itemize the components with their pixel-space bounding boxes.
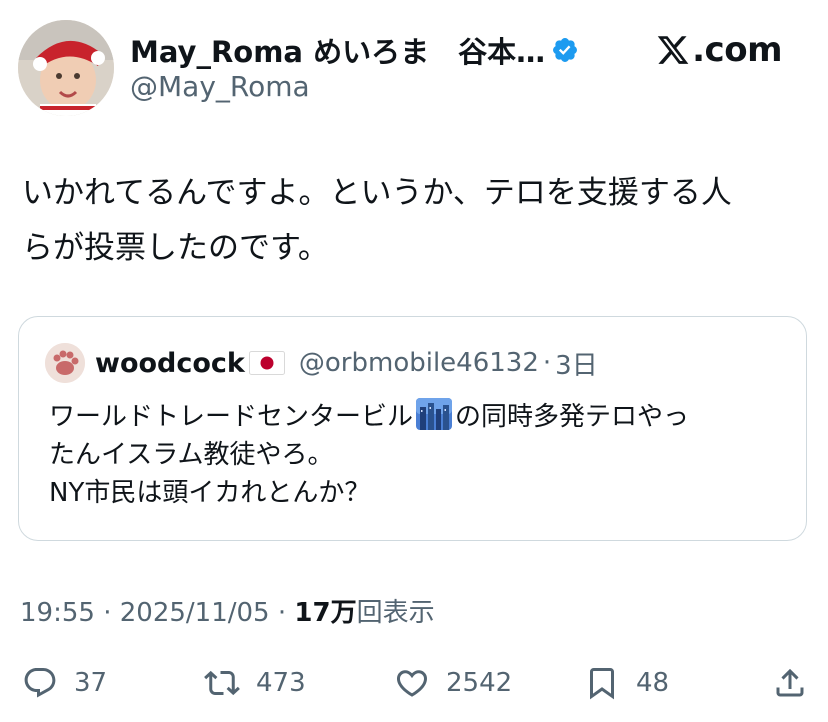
reply-icon <box>22 665 58 701</box>
bookmark-icon <box>584 665 620 701</box>
x-logo-icon <box>656 33 690 67</box>
meta-separator: · <box>277 598 287 628</box>
author-avatar[interactable] <box>18 20 114 116</box>
tweet-text-line: いかれてるんですよ。というか、テロを支援する人 <box>22 175 732 211</box>
quoted-timestamp[interactable]: 3日 <box>555 345 598 382</box>
reply-count: 37 <box>74 668 108 698</box>
quoted-text-segment: の同時多発テロやっ <box>455 402 690 432</box>
repost-icon <box>204 665 240 701</box>
x-brand: .com <box>656 30 782 70</box>
tweet-meta: 19:55 · 2025/11/05 · 17万回表示 <box>20 592 435 629</box>
tweet-text-line: らが投票したのです。 <box>22 230 329 266</box>
quoted-tweet-header: woodcock @orbmobile46132 · 3日 <box>45 343 598 383</box>
views-label: 回表示 <box>356 598 435 628</box>
quoted-author-name[interactable]: woodcock <box>95 348 245 379</box>
author-handle[interactable]: @May_Roma <box>130 70 310 103</box>
quoted-text-line: NY市民は頭イカれとんか？ <box>49 478 371 508</box>
quoted-text-segment: ワールドトレードセンタービル <box>49 402 414 432</box>
like-button[interactable]: 2542 <box>394 660 512 706</box>
verified-badge-icon <box>551 36 579 64</box>
cityscape-icon <box>415 397 453 431</box>
quoted-author-avatar[interactable] <box>45 343 85 383</box>
tweet-date[interactable]: 2025/11/05 <box>120 598 270 628</box>
action-bar: 37 473 2542 48 <box>0 660 828 706</box>
repost-button[interactable]: 473 <box>204 660 306 706</box>
share-button[interactable] <box>772 660 808 706</box>
author-name-row[interactable]: May_Roma めいろま 谷本… <box>130 30 579 70</box>
views-count: 17万 <box>294 598 357 628</box>
quoted-separator: · <box>542 348 552 378</box>
heart-icon <box>394 665 430 701</box>
japan-flag-icon <box>248 351 285 375</box>
brand-domain-text: .com <box>692 30 782 70</box>
author-display-name[interactable]: May_Roma めいろま 谷本… <box>130 29 545 71</box>
like-count: 2542 <box>446 668 513 698</box>
quoted-tweet-card[interactable]: woodcock @orbmobile46132 · 3日 ワールドトレードセン… <box>18 316 807 541</box>
quoted-text-line: たんイスラム教徒やろ。 <box>49 440 334 470</box>
reply-button[interactable]: 37 <box>22 660 107 706</box>
quoted-author-handle[interactable]: @orbmobile46132 <box>299 348 539 378</box>
quoted-text-line: ワールドトレードセンタービル の同時多発テロやっ <box>49 397 799 436</box>
quoted-tweet-text: ワールドトレードセンタービル の同時多発テロやっ たんイスラム教徒やろ。 NY市… <box>49 397 799 512</box>
tweet-text: いかれてるんですよ。というか、テロを支援する人 らが投票したのです。 <box>22 166 802 276</box>
bookmark-count: 48 <box>636 668 670 698</box>
paw-avatar-image <box>45 343 85 383</box>
baby-avatar-image <box>18 20 114 116</box>
bookmark-button[interactable]: 48 <box>584 660 669 706</box>
tweet-time[interactable]: 19:55 <box>20 598 95 628</box>
share-icon <box>772 665 808 701</box>
repost-count: 473 <box>256 668 306 698</box>
meta-separator: · <box>103 598 112 628</box>
